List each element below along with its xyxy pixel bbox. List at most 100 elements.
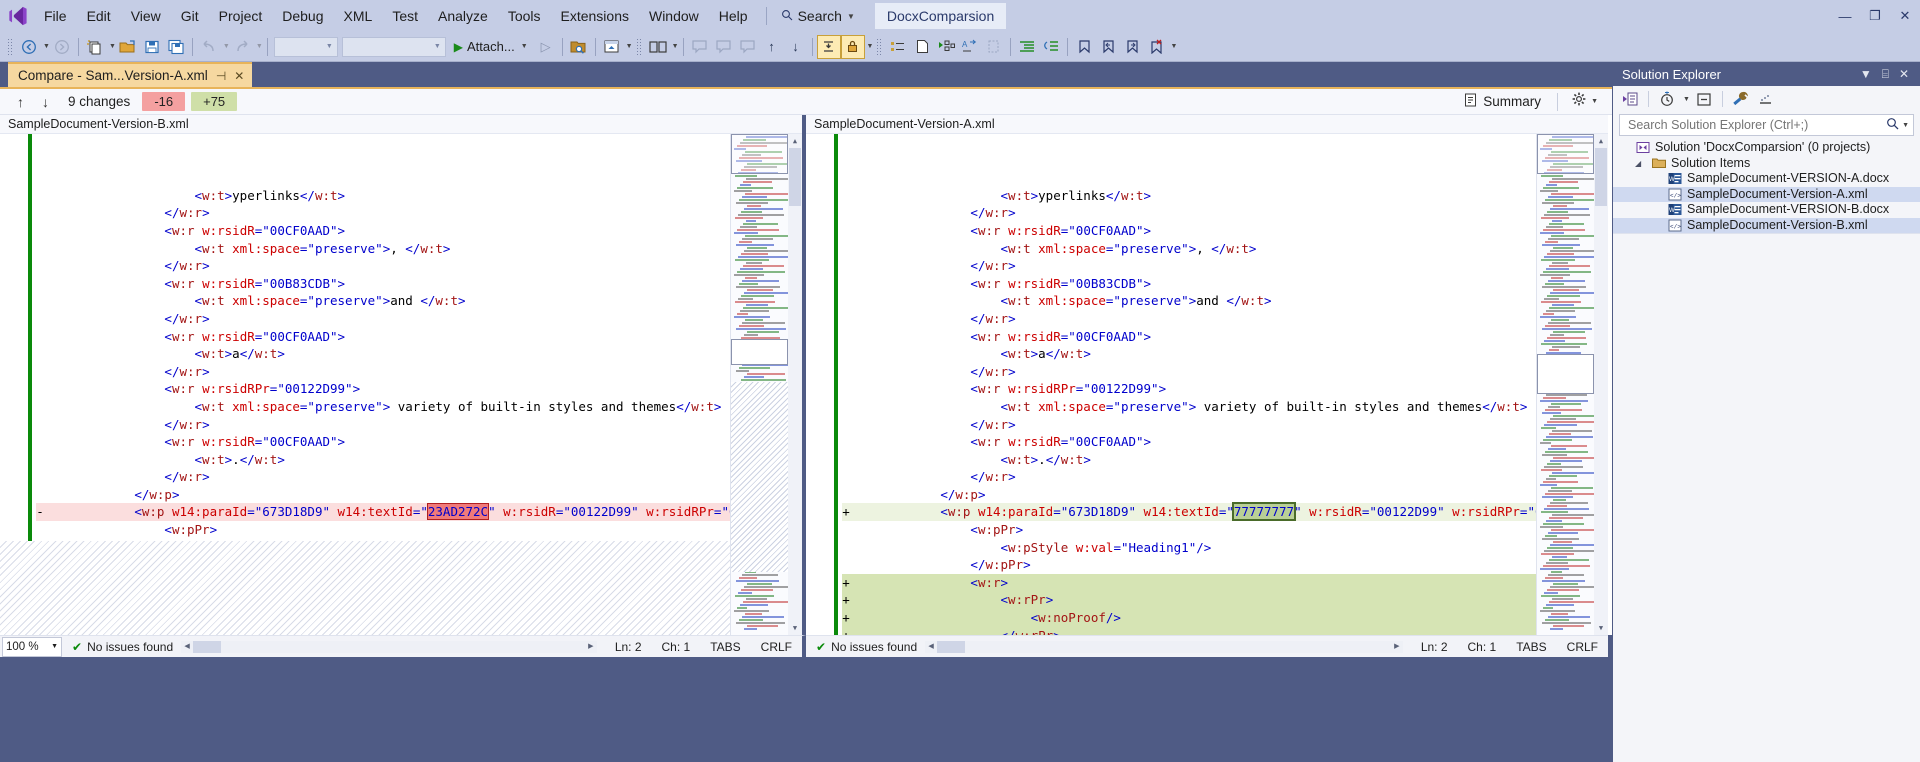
surround-with-icon[interactable]: A: [958, 35, 982, 59]
restore-button[interactable]: ❐: [1860, 0, 1890, 32]
menu-item-help[interactable]: Help: [709, 3, 758, 29]
scroll-thumb[interactable]: [789, 148, 801, 206]
chevron-down-icon[interactable]: ▼: [1902, 122, 1909, 129]
clear-bookmarks-icon[interactable]: [1144, 35, 1168, 59]
menu-item-analyze[interactable]: Analyze: [428, 3, 498, 29]
scroll-up-icon[interactable]: ▲: [788, 134, 802, 148]
split-window-icon[interactable]: [646, 35, 670, 59]
chevron-down-icon[interactable]: ▼: [1170, 43, 1177, 50]
next-difference-icon[interactable]: ↓: [784, 35, 808, 59]
minimize-button[interactable]: —: [1830, 0, 1860, 32]
chevron-down-icon[interactable]: ▼: [1855, 67, 1877, 81]
chevron-down-icon[interactable]: ▼: [867, 43, 874, 50]
diff-settings-button[interactable]: ▼: [1566, 90, 1604, 113]
menu-item-tools[interactable]: Tools: [498, 3, 551, 29]
solution-tree-item[interactable]: W SampleDocument-VERSION-B.docx: [1613, 202, 1920, 218]
previous-change-button[interactable]: ↑: [8, 94, 33, 110]
next-bookmark-icon[interactable]: [1120, 35, 1144, 59]
menu-item-project[interactable]: Project: [209, 3, 273, 29]
start-without-debugging-icon[interactable]: ▷: [534, 35, 558, 59]
next-change-button[interactable]: ↓: [33, 94, 58, 110]
previous-difference-icon[interactable]: ↑: [760, 35, 784, 59]
save-icon[interactable]: [140, 35, 164, 59]
scroll-thumb[interactable]: [1595, 148, 1607, 206]
chevron-down-icon[interactable]: ▼: [43, 43, 50, 50]
add-comment-icon[interactable]: [688, 35, 712, 59]
properties-icon[interactable]: [1729, 88, 1753, 110]
show-all-files-icon[interactable]: [1755, 88, 1779, 110]
navigate-forward-icon[interactable]: [50, 35, 74, 59]
toolbar-grip[interactable]: [635, 37, 643, 56]
left-minimap[interactable]: ▲ ▼: [730, 134, 802, 635]
left-zoom-selector[interactable]: 100 % ▼: [2, 636, 62, 657]
navigate-backward-icon[interactable]: [17, 35, 41, 59]
solution-search-box[interactable]: ▼: [1619, 114, 1914, 136]
scroll-right-icon[interactable]: ▶: [1391, 641, 1403, 653]
menu-item-git[interactable]: Git: [171, 3, 209, 29]
menu-item-view[interactable]: View: [121, 3, 171, 29]
left-code-view[interactable]: <w:t>yperlinks</w:t> </w:r> <w:r w:rsidR…: [0, 134, 802, 635]
solution-platform-combo[interactable]: ▼: [341, 36, 446, 57]
chevron-down-icon[interactable]: ▼: [626, 43, 633, 50]
toolbar-grip[interactable]: [876, 37, 884, 56]
minimap-viewport-box[interactable]: [1537, 134, 1594, 174]
open-file-icon[interactable]: [116, 35, 140, 59]
pending-changes-icon[interactable]: [1655, 88, 1679, 110]
menu-item-file[interactable]: File: [34, 3, 77, 29]
uncomment-icon[interactable]: [982, 35, 1006, 59]
search-input[interactable]: [1626, 117, 1884, 133]
global-search[interactable]: Search ▼: [775, 6, 861, 26]
minimap-viewport-box[interactable]: [731, 134, 788, 174]
search-icon[interactable]: [1883, 117, 1902, 133]
scroll-down-icon[interactable]: ▼: [788, 621, 802, 635]
previous-bookmark-icon[interactable]: [1096, 35, 1120, 59]
solution-tree-item[interactable]: ◢ Solution Items: [1613, 156, 1920, 172]
right-vertical-scrollbar[interactable]: ▲ ▼: [1594, 134, 1608, 635]
pin-icon[interactable]: ⌸: [1877, 67, 1894, 82]
toggle-bookmark-icon[interactable]: [1072, 35, 1096, 59]
chevron-down-icon[interactable]: ▼: [1683, 96, 1690, 103]
scroll-right-icon[interactable]: ▶: [585, 641, 597, 653]
previous-comment-icon[interactable]: [712, 35, 736, 59]
right-minimap[interactable]: ▲ ▼: [1536, 134, 1608, 635]
increase-indent-icon[interactable]: [1015, 35, 1039, 59]
solution-tree-item[interactable]: </> SampleDocument-Version-A.xml: [1613, 186, 1920, 202]
code-view-icon[interactable]: [1618, 88, 1642, 110]
menu-item-test[interactable]: Test: [382, 3, 428, 29]
undo-icon[interactable]: [197, 35, 221, 59]
chevron-down-icon[interactable]: ▼: [109, 43, 116, 50]
tab-compare-document[interactable]: Compare - Sam...Version-A.xml ⊣ ✕: [8, 62, 253, 87]
close-icon[interactable]: ✕: [1894, 67, 1914, 81]
scroll-thumb[interactable]: [193, 640, 222, 653]
list-members-icon[interactable]: [886, 35, 910, 59]
menu-item-edit[interactable]: Edit: [77, 3, 121, 29]
minimap-current-region[interactable]: [1537, 354, 1594, 394]
menu-item-extensions[interactable]: Extensions: [551, 3, 639, 29]
menu-item-window[interactable]: Window: [639, 3, 709, 29]
collapse-all-icon[interactable]: [1692, 88, 1716, 110]
solution-configuration-combo[interactable]: ▼: [273, 36, 338, 57]
solution-tree-item[interactable]: </> SampleDocument-Version-B.xml: [1613, 217, 1920, 233]
new-item-icon[interactable]: [83, 35, 107, 59]
summary-button[interactable]: Summary: [1456, 91, 1549, 112]
scroll-up-icon[interactable]: ▲: [1594, 134, 1608, 148]
lock-icon[interactable]: [840, 34, 865, 59]
left-vertical-scrollbar[interactable]: ▲ ▼: [788, 134, 802, 635]
redo-icon[interactable]: [230, 35, 254, 59]
right-code-view[interactable]: <w:t>yperlinks</w:t> </w:r> <w:r w:rsidR…: [806, 134, 1608, 635]
solution-explorer-icon[interactable]: [600, 35, 624, 59]
scroll-left-icon[interactable]: ◀: [925, 641, 937, 653]
close-button[interactable]: ✕: [1890, 0, 1920, 32]
minimap-current-region[interactable]: [731, 339, 788, 365]
chevron-down-icon[interactable]: ▼: [672, 43, 679, 50]
attach-button[interactable]: ▶ Attach... ▼: [448, 35, 534, 59]
right-horizontal-scrollbar[interactable]: ◀ ▶: [925, 640, 1403, 653]
close-icon[interactable]: ✕: [234, 69, 244, 83]
expand-twisty-icon[interactable]: ◢: [1635, 156, 1646, 172]
chevron-down-icon[interactable]: ▼: [223, 43, 230, 50]
pin-icon[interactable]: ⊣: [216, 69, 226, 83]
scroll-down-icon[interactable]: ▼: [1594, 621, 1608, 635]
scroll-left-icon[interactable]: ◀: [181, 641, 193, 653]
menu-item-xml[interactable]: XML: [334, 3, 383, 29]
save-all-icon[interactable]: [164, 35, 188, 59]
